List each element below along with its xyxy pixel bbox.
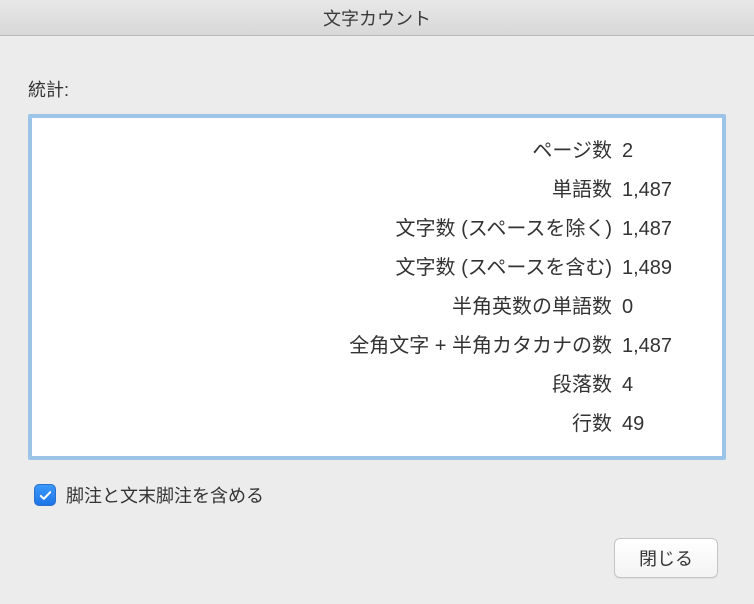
include-footnotes-row: 脚注と文末脚注を含める [34,482,726,508]
stat-row-pages: ページ数 2 [52,132,702,171]
stat-label: 全角文字 + 半角カタカナの数 [52,327,622,366]
stat-row-fullwidth-katakana: 全角文字 + 半角カタカナの数 1,487 [52,327,702,366]
button-row: 閉じる [28,538,726,578]
stat-row-lines: 行数 49 [52,405,702,444]
stat-label: 単語数 [52,171,622,210]
window-titlebar: 文字カウント [0,0,754,36]
stat-label: 段落数 [52,366,622,405]
include-footnotes-label: 脚注と文末脚注を含める [66,482,264,508]
statistics-box: ページ数 2 単語数 1,487 文字数 (スペースを除く) 1,487 文字数… [28,114,726,460]
stat-label: 文字数 (スペースを除く) [52,210,622,249]
stat-label: 半角英数の単語数 [52,288,622,327]
statistics-label: 統計: [28,76,726,102]
stat-value: 4 [622,366,702,405]
stat-row-ascii-words: 半角英数の単語数 0 [52,288,702,327]
stat-row-chars-no-spaces: 文字数 (スペースを除く) 1,487 [52,210,702,249]
stat-label: ページ数 [52,132,622,171]
stat-row-chars-with-spaces: 文字数 (スペースを含む) 1,489 [52,249,702,288]
stat-row-words: 単語数 1,487 [52,171,702,210]
stat-row-paragraphs: 段落数 4 [52,366,702,405]
window-title: 文字カウント [323,5,431,31]
close-button[interactable]: 閉じる [614,538,718,578]
stat-value: 1,487 [622,327,702,366]
dialog-content: 統計: ページ数 2 単語数 1,487 文字数 (スペースを除く) 1,487… [0,36,754,598]
stat-value: 1,487 [622,171,702,210]
stat-value: 49 [622,405,702,444]
stat-label: 行数 [52,405,622,444]
stat-label: 文字数 (スペースを含む) [52,249,622,288]
checkmark-icon [38,488,53,503]
stat-value: 1,487 [622,210,702,249]
include-footnotes-checkbox[interactable] [34,484,56,506]
stat-value: 2 [622,132,702,171]
stat-value: 1,489 [622,249,702,288]
stat-value: 0 [622,288,702,327]
